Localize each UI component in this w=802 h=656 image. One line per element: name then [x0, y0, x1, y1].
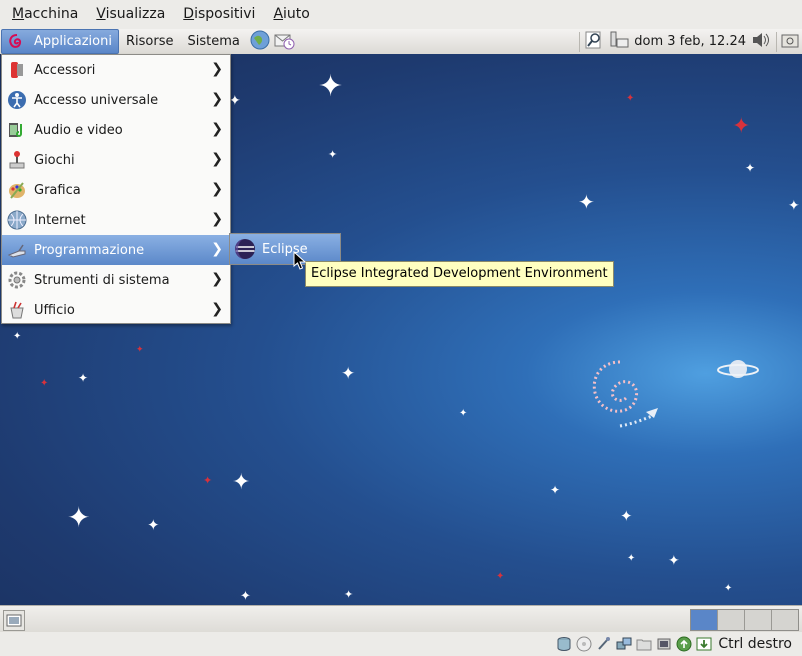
star-decoration: ✦: [67, 501, 91, 534]
workspace-2[interactable]: [718, 610, 745, 630]
chevron-right-icon: ❯: [211, 211, 223, 227]
star-decoration: ✦: [550, 483, 561, 497]
star-decoration: ✦: [732, 114, 751, 139]
games-icon: [6, 149, 28, 171]
star-decoration: ✦: [788, 198, 800, 214]
menu-item-internet[interactable]: Internet ❯: [2, 205, 230, 235]
star-decoration: ✦: [136, 345, 144, 355]
search-icon[interactable]: [584, 30, 604, 54]
chevron-right-icon: ❯: [211, 91, 223, 107]
menu-item-games[interactable]: Giochi ❯: [2, 145, 230, 175]
applications-menu-button[interactable]: Applicazioni: [1, 29, 119, 54]
video-capture-icon[interactable]: [656, 636, 672, 652]
volume-icon[interactable]: [750, 31, 772, 53]
star-decoration: ✦: [318, 69, 344, 104]
menu-item-office[interactable]: Ufficio ❯: [2, 295, 230, 325]
chevron-right-icon: ❯: [211, 241, 223, 257]
panel-separator: [776, 31, 777, 52]
menu-item-audio-video[interactable]: Audio e video ❯: [2, 115, 230, 145]
star-decoration: ✦: [328, 148, 338, 161]
applications-label: Applicazioni: [34, 34, 112, 49]
chevron-right-icon: ❯: [211, 61, 223, 77]
eclipse-tooltip: Eclipse Integrated Development Environme…: [305, 261, 614, 287]
host-menu-view[interactable]: Visualizza: [87, 0, 174, 29]
hard-disk-icon[interactable]: [556, 636, 572, 652]
star-decoration: ✦: [40, 378, 49, 389]
workspace-4[interactable]: [772, 610, 798, 630]
star-decoration: ✦: [620, 507, 633, 525]
star-decoration: ✦: [626, 93, 635, 104]
email-launcher-icon[interactable]: [273, 29, 295, 55]
star-decoration: ✦: [341, 364, 356, 384]
network-printer-icon[interactable]: [608, 30, 630, 54]
usb-icon[interactable]: [596, 636, 612, 652]
system-tools-icon: [6, 269, 28, 291]
web-browser-launcher-icon[interactable]: [249, 29, 271, 55]
office-icon: [6, 299, 28, 321]
mouse-cursor-icon: [293, 251, 307, 270]
keyboard-capture-icon[interactable]: [696, 636, 712, 652]
host-menu-help[interactable]: Aiuto: [264, 0, 318, 29]
star-decoration: ✦: [13, 331, 22, 342]
host-menubar: Macchina Visualizza Dispositivi Aiuto: [0, 0, 802, 30]
host-key-label: Ctrl destro: [718, 636, 792, 652]
star-decoration: ✦: [203, 474, 213, 487]
host-menu-machine[interactable]: Macchina: [0, 0, 87, 29]
places-menu[interactable]: Risorse: [119, 34, 181, 49]
menu-item-programming[interactable]: Programmazione ❯: [2, 235, 230, 265]
menu-item-accessories[interactable]: Accessori ❯: [2, 55, 230, 85]
debian-swirl-icon: [9, 33, 22, 48]
star-decoration: ✦: [344, 588, 354, 601]
show-desktop-icon: [6, 614, 22, 627]
star-decoration: ✦: [78, 371, 89, 385]
internet-icon: [6, 209, 28, 231]
star-decoration: ✦: [240, 589, 251, 604]
network-icon[interactable]: [616, 636, 632, 652]
star-decoration: ✦: [627, 553, 636, 564]
screenshot-applet-icon[interactable]: [781, 32, 799, 52]
shared-folders-icon[interactable]: [636, 636, 652, 652]
universal-access-icon: [6, 89, 28, 111]
menu-item-graphics[interactable]: Grafica ❯: [2, 175, 230, 205]
panel-separator: [579, 31, 581, 52]
star-decoration: ✦: [496, 571, 505, 582]
debian-swirl-comet: [592, 360, 658, 428]
programming-icon: [6, 239, 28, 261]
mouse-integration-icon[interactable]: [676, 636, 692, 652]
workspace-1[interactable]: [691, 610, 718, 630]
accessories-icon: [6, 59, 28, 81]
vm-statusbar: Ctrl destro: [0, 632, 802, 656]
star-decoration: ✦: [578, 190, 595, 214]
applications-dropdown: Accessori ❯ Accesso universale ❯ Audio e…: [1, 54, 231, 324]
star-decoration: ✦: [668, 553, 680, 569]
workspace-switcher: [690, 609, 799, 631]
chevron-right-icon: ❯: [211, 301, 223, 317]
host-menu-devices[interactable]: Dispositivi: [174, 0, 264, 29]
top-panel: Applicazioni Risorse Sistema dom 3 feb, …: [0, 29, 802, 55]
workspace-3[interactable]: [745, 610, 772, 630]
chevron-right-icon: ❯: [211, 151, 223, 167]
menu-item-system-tools[interactable]: Strumenti di sistema ❯: [2, 265, 230, 295]
menu-item-universal-access[interactable]: Accesso universale ❯: [2, 85, 230, 115]
optical-drive-icon[interactable]: [576, 636, 592, 652]
menu-item-eclipse[interactable]: Eclipse: [230, 234, 340, 264]
audio-video-icon: [6, 119, 28, 141]
star-decoration: ✦: [745, 161, 756, 175]
eclipse-icon: [234, 238, 256, 260]
graphics-icon: [6, 179, 28, 201]
chevron-right-icon: ❯: [211, 181, 223, 197]
star-decoration: ✦: [147, 516, 160, 534]
star-decoration: ✦: [459, 408, 468, 419]
system-menu[interactable]: Sistema: [180, 34, 246, 49]
planet-decoration: [717, 360, 759, 378]
clock[interactable]: dom 3 feb, 12.24: [630, 34, 750, 49]
star-decoration: ✦: [724, 583, 733, 594]
bottom-panel: [0, 605, 802, 633]
star-decoration: ✦: [232, 470, 251, 495]
chevron-right-icon: ❯: [211, 121, 223, 137]
show-desktop-button[interactable]: [3, 610, 25, 631]
chevron-right-icon: ❯: [211, 271, 223, 287]
